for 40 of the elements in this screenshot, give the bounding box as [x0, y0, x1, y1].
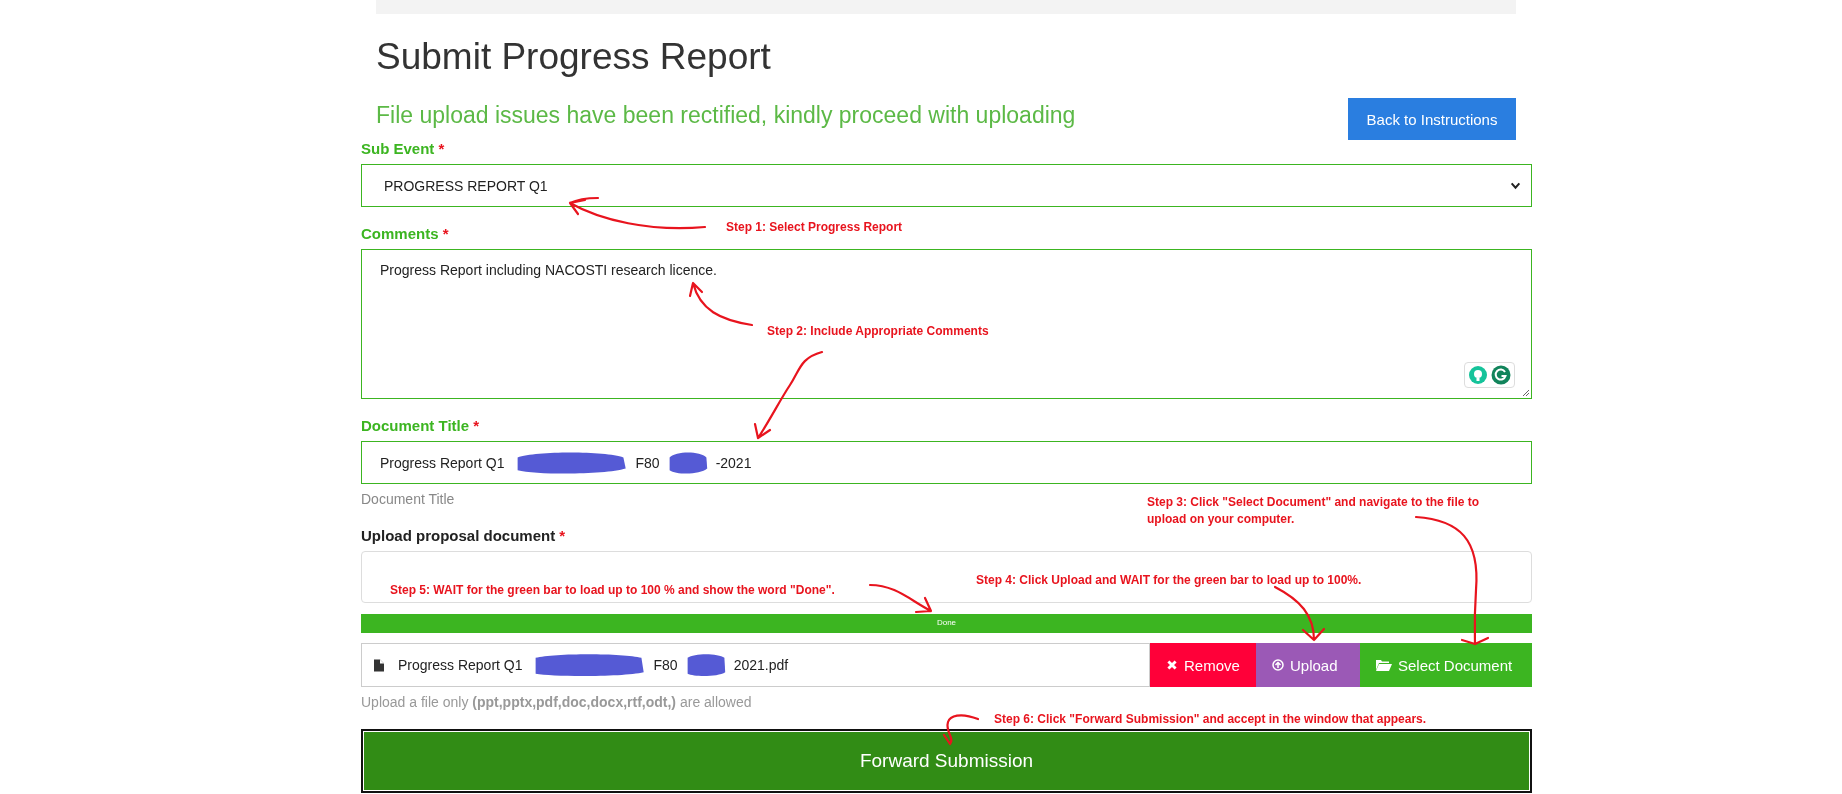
- forward-submission-button[interactable]: Forward Submission: [361, 729, 1532, 793]
- field-label: Upload proposal document *: [361, 527, 566, 545]
- annotation-arrow: [1273, 585, 1326, 642]
- file-type-hint: Upload a file only (ppt,pptx,pdf,doc,docx,rtf,odt,) are allowed: [361, 694, 752, 712]
- document-title-input[interactable]: Progress Report Q1 F80 -2021: [361, 441, 1532, 484]
- notice-text: File upload issues have been rectified, kindly proceed with uploading: [376, 102, 1076, 129]
- g-logo-icon: [1491, 365, 1511, 385]
- redaction-mark: [685, 653, 726, 677]
- field-help-text: Document Title: [361, 491, 455, 509]
- dropdown-value: PROGRESS REPORT Q1: [384, 177, 548, 194]
- upload-icon: [1272, 659, 1284, 671]
- annotation-text: Step 5: WAIT for the green bar to load up to 100 % and show the word "Done".: [390, 582, 835, 599]
- annotation-text: Step 4: Click Upload and WAIT for the green bar to load up to 100%.: [976, 572, 1362, 589]
- progress-label: Done: [935, 618, 958, 627]
- annotation-arrow: [942, 714, 980, 746]
- back-to-instructions-button[interactable]: Back to Instructions: [1348, 98, 1516, 140]
- upload-button[interactable]: Upload: [1256, 643, 1360, 687]
- sub-event-dropdown[interactable]: PROGRESS REPORT Q1: [361, 164, 1532, 207]
- field-label: Comments *: [361, 225, 449, 243]
- field-label: Document Title *: [361, 417, 480, 435]
- field-label: Sub Event *: [361, 140, 445, 158]
- annotation-text: Step 1: Select Progress Report: [726, 219, 903, 236]
- remove-button[interactable]: Remove: [1150, 643, 1256, 687]
- redaction-mark: [667, 450, 708, 475]
- annotation-arrow: [868, 583, 933, 614]
- grammar-assistant-widget[interactable]: [1464, 362, 1515, 388]
- folder-icon: [1376, 659, 1392, 671]
- resize-grip-icon[interactable]: [1520, 387, 1530, 397]
- file-icon: [374, 658, 384, 672]
- annotation-text: Step 2: Include Appropriate Comments: [767, 323, 989, 340]
- file-drop-area[interactable]: [361, 551, 1532, 603]
- browse-button[interactable]: Select Document: [1360, 643, 1532, 687]
- chevron-down-icon: [1510, 180, 1521, 191]
- annotation-text: Step 6: Click "Forward Submission" and accept in the window that appears.: [994, 711, 1427, 728]
- close-icon: [1166, 659, 1178, 671]
- page-title: Submit Progress Report: [376, 35, 772, 79]
- annotation-arrow: [688, 281, 754, 327]
- annotation-text: Step 3: Click "Select Document" and navigate to the file to upload on your computer.: [1147, 494, 1481, 528]
- selected-file-field: Progress Report Q1 F80 2021.pdf: [361, 643, 1150, 687]
- lightbulb-icon: [1468, 365, 1488, 385]
